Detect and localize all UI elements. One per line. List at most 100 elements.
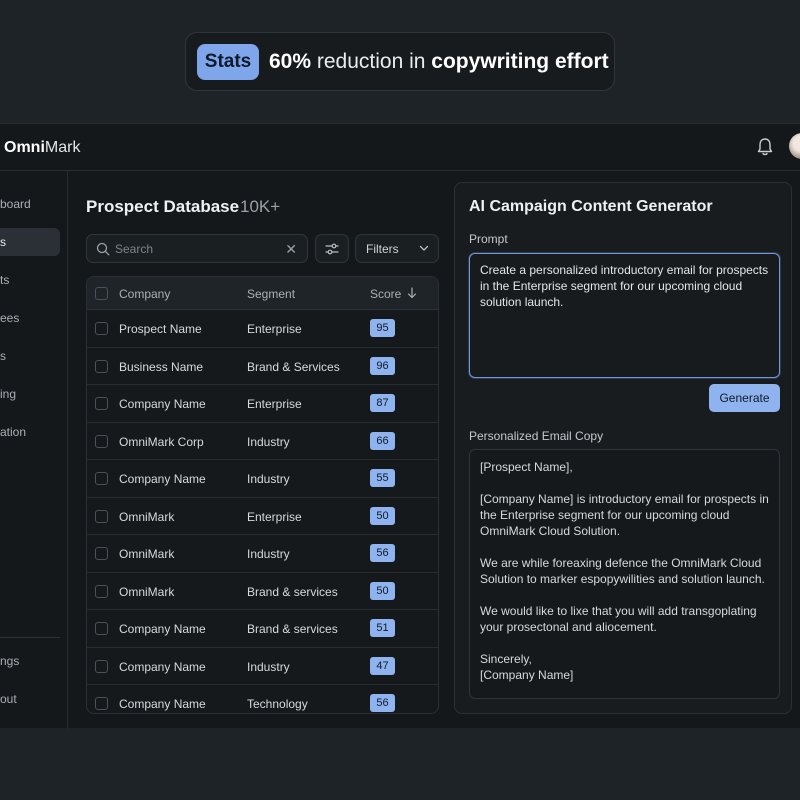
score-badge: 66	[370, 431, 395, 450]
row-checkbox[interactable]	[95, 697, 108, 710]
row-checkbox[interactable]	[95, 472, 108, 485]
row-checkbox[interactable]	[95, 622, 108, 635]
stats-text: 60% reduction in copywriting effort	[269, 50, 609, 74]
row-checkbox[interactable]	[95, 322, 108, 335]
segment-cell: Enterprise	[247, 322, 302, 336]
search-field[interactable]: ✕	[86, 234, 308, 263]
company-cell: OmniMark	[119, 509, 175, 524]
prospect-table: Company Segment Score Prospect Name Ente…	[86, 276, 439, 714]
row-checkbox[interactable]	[95, 584, 108, 598]
sidebar-item-label: s	[0, 235, 6, 249]
ai-panel-title: AI Campaign Content Generator	[469, 198, 713, 215]
brand-logo[interactable]: OmniMark	[4, 139, 80, 157]
segment-cell: Brand & services	[247, 584, 338, 599]
table-row[interactable]: Company Name Technology 56	[87, 685, 438, 713]
email-greeting: [Prospect Name],	[480, 460, 573, 474]
sidebar-divider	[0, 637, 60, 638]
table-row[interactable]: Business Name Brand & Services 96	[87, 348, 438, 385]
table-row[interactable]: Prospect Name Enterprise 95	[87, 310, 438, 348]
select-all-checkbox[interactable]	[95, 287, 108, 300]
sidebar-item-settings[interactable]: ngs	[0, 647, 60, 675]
sidebar-item-label: board	[0, 197, 31, 211]
score-badge: 51	[370, 619, 395, 637]
sidebar-item-marketing[interactable]: ing	[0, 380, 60, 408]
company-cell: Company Name	[119, 697, 206, 711]
row-checkbox[interactable]	[95, 359, 108, 373]
column-header-company[interactable]: Company	[119, 287, 170, 301]
row-checkbox[interactable]	[95, 397, 108, 410]
segment-cell: Industry	[247, 434, 290, 449]
row-checkbox[interactable]	[95, 509, 108, 523]
table-row[interactable]: Company Name Brand & services 51	[87, 610, 438, 648]
score-badge: 96	[370, 356, 395, 375]
company-cell: OmniMark	[119, 547, 175, 561]
top-bar: OmniMark	[0, 124, 800, 171]
segment-cell: Brand & Services	[247, 359, 340, 374]
sidebar-item-automation[interactable]: ation	[0, 418, 60, 446]
sort-arrow-down-icon[interactable]	[407, 287, 417, 299]
score-badge: 47	[370, 656, 395, 675]
bell-icon[interactable]	[756, 137, 774, 157]
stats-text-bold: copywriting effort	[431, 49, 609, 73]
segment-cell: Industry	[247, 659, 290, 674]
segment-cell: Industry	[247, 472, 290, 486]
filter-settings-button[interactable]	[315, 234, 349, 263]
table-row[interactable]: OmniMark Industry 56	[87, 535, 438, 573]
search-input[interactable]	[115, 240, 275, 258]
score-badge: 56	[370, 694, 395, 712]
score-badge: 95	[370, 319, 395, 337]
sidebar-item-campaigns[interactable]: s	[0, 342, 60, 370]
score-badge: 56	[370, 544, 395, 562]
company-cell: Company Name	[119, 472, 206, 486]
sidebar-item-label: ation	[0, 425, 27, 439]
ai-generator-panel: AI Campaign Content Generator Prompt Cre…	[454, 182, 792, 714]
stats-highlight: 60%	[269, 49, 312, 73]
sidebar-item-logout[interactable]: out	[0, 685, 60, 713]
filters-label: Filters	[366, 241, 399, 256]
company-cell: OmniMark	[119, 584, 175, 599]
row-checkbox[interactable]	[95, 547, 108, 560]
segment-cell: Industry	[247, 547, 290, 561]
email-paragraph: [Company Name] is introductory email for…	[480, 492, 769, 538]
column-header-score[interactable]: Score	[370, 287, 401, 301]
generate-button[interactable]: Generate	[709, 384, 780, 412]
table-row[interactable]: Company Name Industry 55	[87, 460, 438, 498]
email-copy-output[interactable]: [Prospect Name], [Company Name] is intro…	[469, 449, 780, 699]
row-checkbox[interactable]	[95, 434, 108, 448]
sidebar-item-label: s	[0, 349, 6, 363]
email-copy-label: Personalized Email Copy	[469, 429, 604, 443]
sliders-icon	[325, 243, 339, 254]
sidebar-item-dashboard[interactable]: board	[0, 190, 60, 218]
close-icon[interactable]: ✕	[285, 241, 297, 257]
sidebar-item-employees[interactable]: ees	[0, 304, 60, 332]
segment-cell: Enterprise	[247, 397, 302, 411]
sidebar-item-prospects[interactable]: s	[0, 228, 60, 256]
score-badge: 55	[370, 469, 395, 487]
score-badge: 50	[370, 506, 395, 525]
table-row[interactable]: OmniMark Brand & services 50	[87, 573, 438, 610]
search-icon	[96, 242, 110, 256]
prompt-textarea[interactable]: Create a personalized introductory email…	[469, 253, 780, 378]
table-row[interactable]: OmniMark Enterprise 50	[87, 498, 438, 535]
email-signoff: Sincerely,	[480, 652, 532, 666]
segment-cell: Enterprise	[247, 509, 302, 524]
score-badge: 50	[370, 581, 395, 600]
sidebar-item-contacts[interactable]: ts	[0, 266, 60, 294]
table-row[interactable]: OmniMark Corp Industry 66	[87, 423, 438, 460]
stats-text-mid: reduction in	[311, 49, 432, 73]
table-row[interactable]: Company Name Industry 47	[87, 648, 438, 685]
filters-dropdown[interactable]: Filters	[355, 234, 439, 263]
sidebar: board s ts ees s ing ation ngs out	[0, 171, 68, 729]
chevron-down-icon	[419, 245, 429, 251]
sidebar-item-label: ing	[0, 387, 17, 401]
brand-prefix: Omni	[4, 139, 45, 156]
row-checkbox[interactable]	[95, 659, 108, 673]
table-row[interactable]: Company Name Enterprise 87	[87, 385, 438, 423]
company-cell: Company Name	[119, 659, 206, 674]
sidebar-item-label: out	[0, 692, 17, 706]
avatar[interactable]	[789, 133, 800, 159]
company-cell: Prospect Name	[119, 322, 202, 336]
company-cell: Business Name	[119, 359, 204, 374]
sidebar-item-label: ngs	[0, 654, 20, 668]
column-header-segment[interactable]: Segment	[247, 287, 295, 301]
